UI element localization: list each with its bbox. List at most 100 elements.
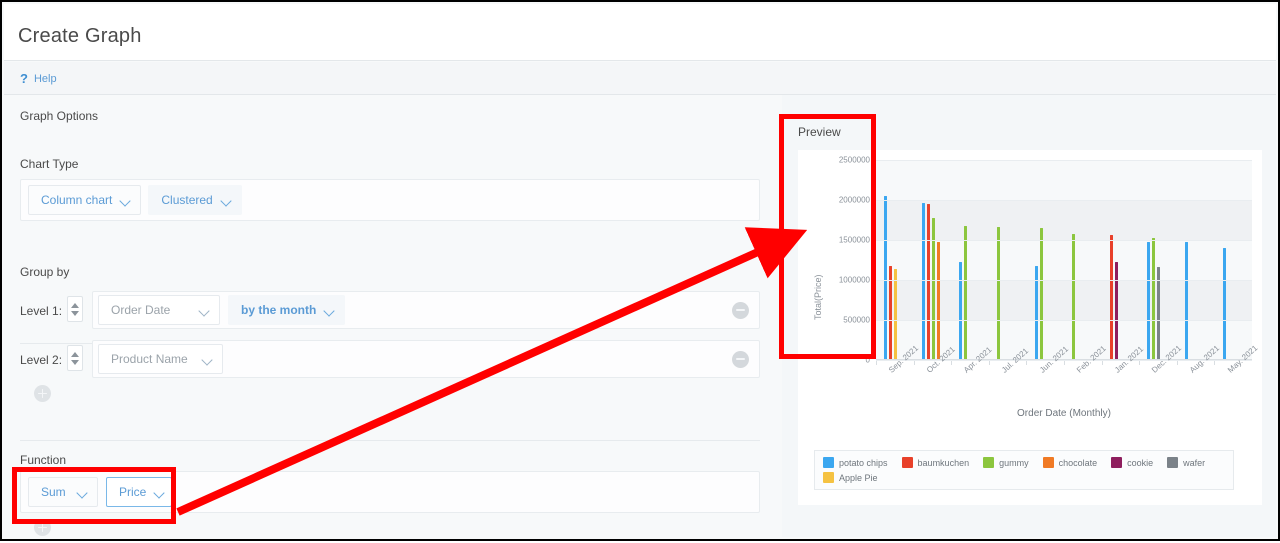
y-axis-title-wrap: Total(Price) [802,160,823,360]
bar[interactable] [1109,235,1113,360]
x-axis-tick-labels: Sep. 2021 Oct. 2021 Apr. 2021 Jul. 2021 Jun.… [876,343,1259,406]
bar[interactable] [1157,267,1161,360]
chart-type-label: Chart Type [20,157,79,171]
level-1-row: Order Date by the month [92,291,760,329]
chevron-down-icon [199,305,210,316]
bar-group [997,160,1001,360]
help-bar: ? Help [4,62,1276,95]
graph-options-heading: Graph Options [20,109,99,123]
legend-label: wafer [1183,457,1206,468]
legend-item[interactable]: chocolate [1042,457,1098,468]
graph-options-panel: Graph Options Chart Type Column chart Cl… [4,95,782,537]
legend-swatch [901,457,913,468]
chart-legend: potato chips baumkuchen gummy chocolate cook… [814,450,1234,490]
function-aggregate-value: Sum [41,485,66,499]
level-1-label: Level 1: [20,304,63,318]
chevron-down-icon [221,195,232,206]
bar[interactable] [1072,233,1076,360]
level-1-order-stepper[interactable] [67,296,83,322]
legend-item[interactable]: potato chips [823,457,888,468]
bar[interactable] [936,241,940,360]
app-header: Create Graph [4,4,1276,61]
bar-group [921,160,940,360]
chevron-down-icon [77,487,88,498]
legend-swatch [823,457,834,468]
legend-label: Apple Pie [839,472,878,483]
chart-preview: Total(Price) 0 500000 1000000 1500000 200000… [798,150,1262,505]
add-group-level-button[interactable] [34,385,51,402]
caret-down-icon [71,359,79,365]
level-2-order-stepper[interactable] [67,345,83,371]
bar[interactable] [926,204,930,360]
chevron-down-icon [324,305,335,316]
plot-area [876,160,1252,365]
function-aggregate-select[interactable]: Sum [28,477,98,507]
legend-swatch [823,472,834,483]
bar-group [1185,160,1189,360]
legend-label: baumkuchen [917,457,970,468]
bar-group [1222,160,1226,360]
chart-style-value: Clustered [161,193,213,207]
bar[interactable] [931,217,935,360]
bar[interactable] [1152,237,1156,360]
gridline [876,240,1252,241]
bar-group [1072,160,1076,360]
bar[interactable] [997,227,1001,360]
page-title: Create Graph [18,25,142,47]
bar[interactable] [1185,242,1189,360]
preview-title: Preview [798,125,841,139]
y-axis-tick-label: 2500000 [838,155,870,165]
y-axis-tick-label: 500000 [843,315,870,325]
caret-up-icon [71,351,79,357]
y-axis-tick-label: 0 [865,355,870,365]
chart-type-select[interactable]: Column chart [28,185,142,215]
legend-item[interactable]: Apple Pie [823,472,878,483]
level-2-label: Level 2: [20,353,63,367]
level-2-remove-button[interactable] [732,350,749,368]
bar[interactable] [894,268,898,360]
y-axis-tick-label: 1000000 [838,275,870,285]
legend-swatch [1111,457,1123,468]
bar[interactable] [1147,241,1151,360]
gridline [876,280,1252,281]
level-1-field-select[interactable]: Order Date [98,295,220,325]
bar[interactable] [921,203,925,360]
chart-type-row: Column chart Clustered [20,179,760,221]
bar[interactable] [1222,248,1226,360]
x-axis-title: Order Date (Monthly) [1017,408,1111,419]
bar[interactable] [964,226,968,360]
bar[interactable] [1114,262,1118,360]
bar[interactable] [959,261,963,360]
legend-item[interactable]: wafer [1167,457,1205,468]
legend-label: cookie [1127,457,1154,468]
legend-item[interactable]: cookie [1111,457,1153,468]
application-window: Create Graph ? Help Graph Options Chart … [0,0,1280,541]
bar[interactable] [1039,228,1043,360]
level-1-remove-button[interactable] [732,301,749,319]
help-link[interactable]: ? Help [20,71,57,86]
bar-group [1109,160,1118,360]
bars-layer [876,160,1252,365]
function-label: Function [20,453,67,467]
level-1-granularity-select[interactable]: by the month [228,295,346,325]
minus-icon [736,309,745,311]
legend-item[interactable]: baumkuchen [901,457,970,468]
divider [20,440,760,441]
legend-swatch [1167,457,1179,468]
bar[interactable] [884,196,888,360]
add-function-button[interactable] [34,519,51,536]
group-by-label: Group by [20,265,70,279]
level-2-row: Product Name [92,340,760,378]
chart-style-select[interactable]: Clustered [148,185,242,215]
y-axis-tick-label: 2000000 [838,195,870,205]
function-field-select[interactable]: Price [106,477,172,507]
bar-group [959,160,968,360]
legend-swatch [1042,457,1054,468]
caret-down-icon [71,310,79,316]
level-2-field-select[interactable]: Product Name [98,344,223,374]
legend-label: chocolate [1058,457,1098,468]
help-label: Help [33,72,57,85]
legend-label: gummy [999,457,1029,468]
legend-item[interactable]: gummy [983,457,1029,468]
gridline [876,200,1252,201]
